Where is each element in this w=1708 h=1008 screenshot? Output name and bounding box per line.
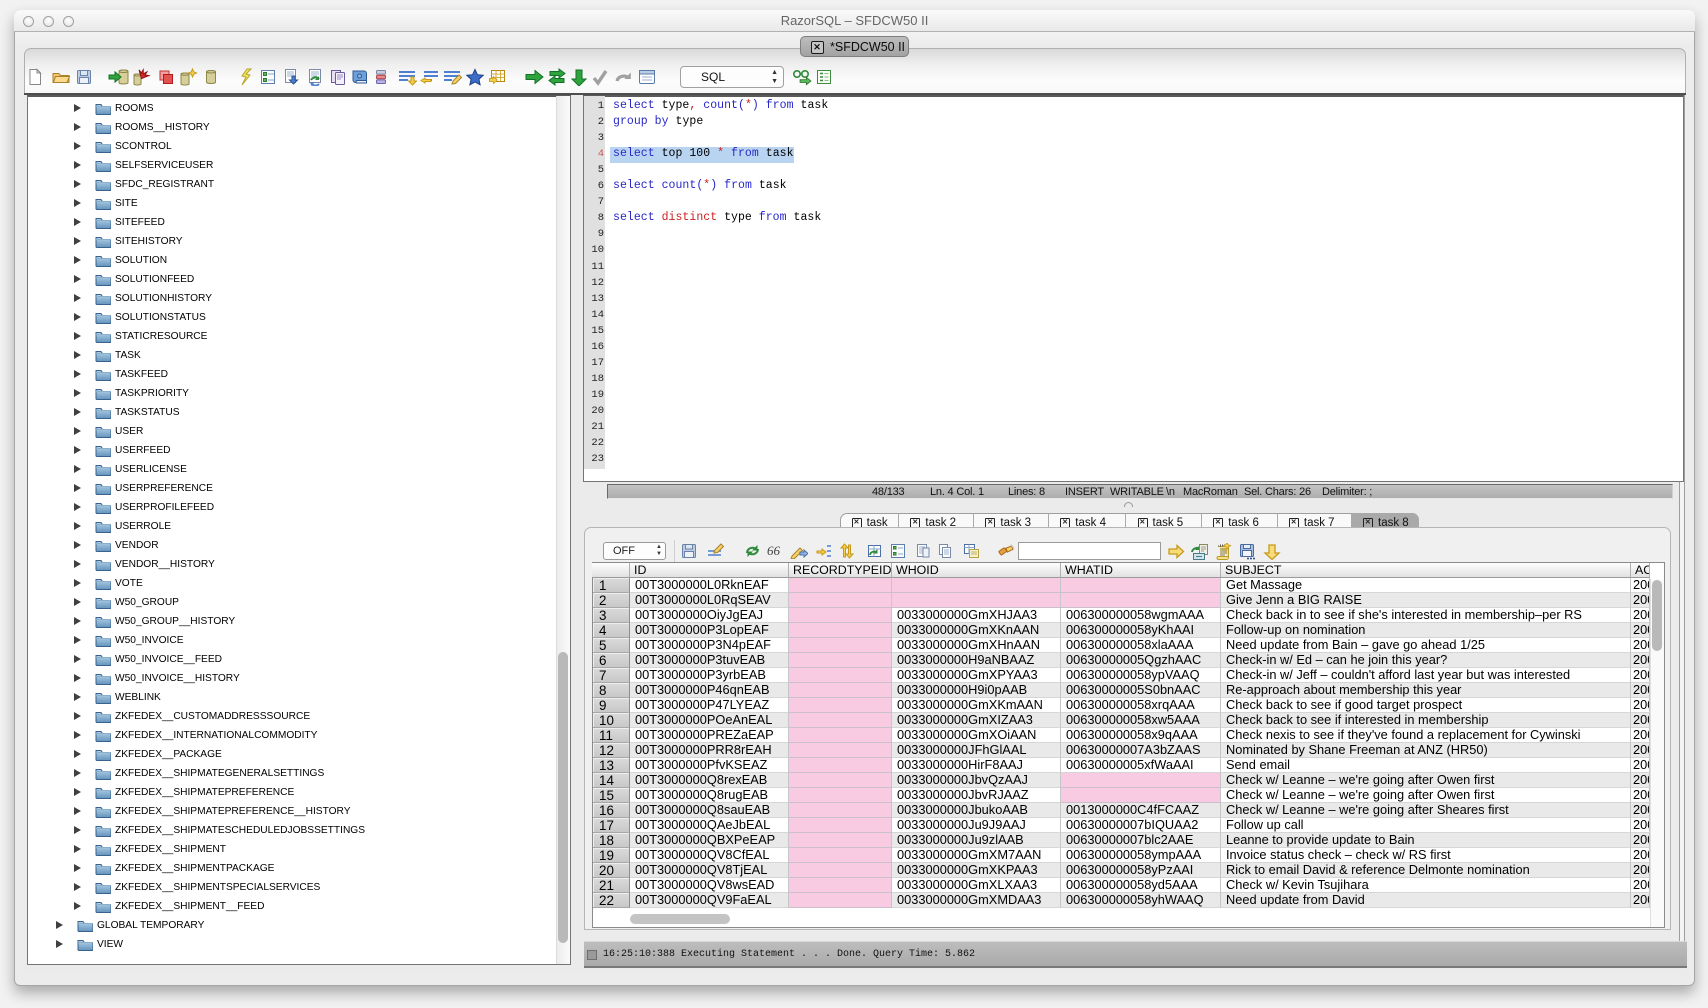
svg-text:66: 66 xyxy=(767,543,781,558)
